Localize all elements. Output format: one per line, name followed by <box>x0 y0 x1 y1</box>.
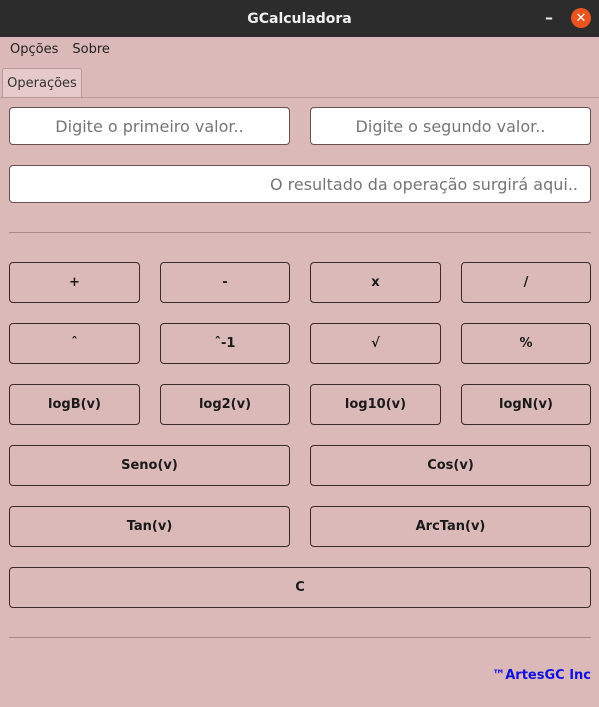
cosine-button[interactable]: Cos(v) <box>310 445 591 486</box>
subtract-button[interactable]: - <box>160 262 290 303</box>
divide-button[interactable]: / <box>461 262 591 303</box>
close-icon[interactable]: ✕ <box>571 8 591 28</box>
log10-button[interactable]: log10(v) <box>310 384 441 425</box>
tab-operacoes[interactable]: Operações <box>2 68 82 97</box>
tab-divider <box>0 97 599 98</box>
title-bar: GCalculadora – ✕ <box>0 0 599 37</box>
add-button[interactable]: + <box>9 262 140 303</box>
logb-button[interactable]: logB(v) <box>9 384 140 425</box>
minimize-icon[interactable]: – <box>539 8 559 28</box>
second-value-input[interactable] <box>310 107 591 145</box>
separator-top <box>9 232 591 233</box>
menu-item-opcoes[interactable]: Opções <box>10 42 58 57</box>
separator-bottom <box>9 637 591 638</box>
logn-button[interactable]: logN(v) <box>461 384 591 425</box>
inverse-power-button[interactable]: ˆ-1 <box>160 323 290 364</box>
window-title: GCalculadora <box>247 10 352 27</box>
arctan-button[interactable]: ArcTan(v) <box>310 506 591 547</box>
tangent-button[interactable]: Tan(v) <box>9 506 290 547</box>
credit-label: ™ArtesGC Inc <box>492 668 591 683</box>
result-field[interactable] <box>9 165 591 203</box>
power-button[interactable]: ˆ <box>9 323 140 364</box>
sine-button[interactable]: Seno(v) <box>9 445 290 486</box>
first-value-input[interactable] <box>9 107 290 145</box>
clear-button[interactable]: C <box>9 567 591 608</box>
sqrt-button[interactable]: √ <box>310 323 441 364</box>
log2-button[interactable]: log2(v) <box>160 384 290 425</box>
multiply-button[interactable]: x <box>310 262 441 303</box>
percent-button[interactable]: % <box>461 323 591 364</box>
menu-bar: Opções Sobre <box>0 37 599 61</box>
menu-item-sobre[interactable]: Sobre <box>72 42 110 57</box>
